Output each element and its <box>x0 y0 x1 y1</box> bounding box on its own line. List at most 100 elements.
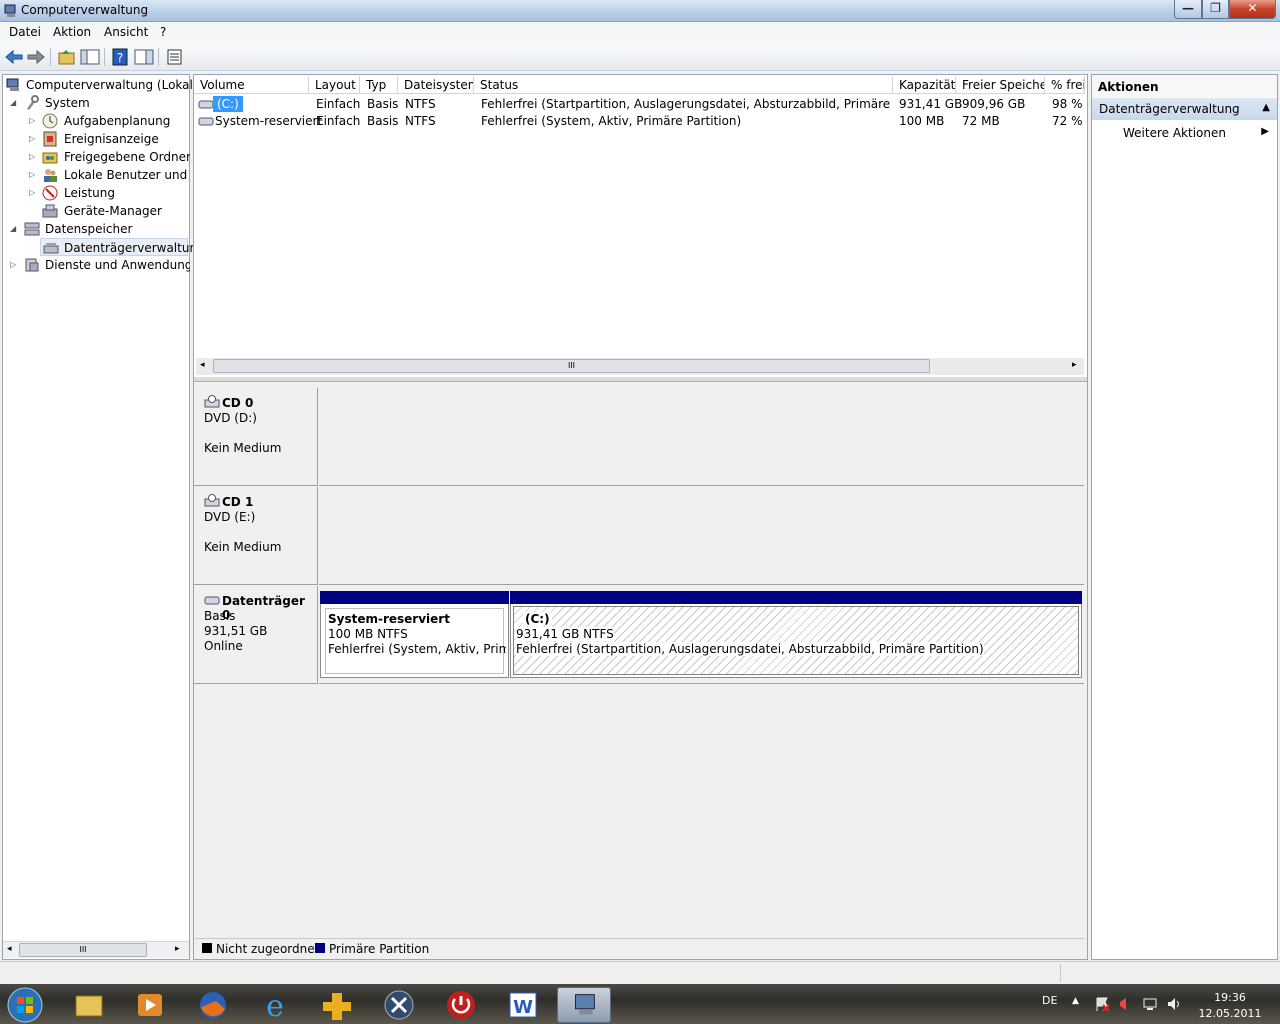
tree-item-system[interactable]: ◢ System <box>10 94 190 112</box>
collapse-up-icon[interactable]: ▲ <box>1262 102 1270 113</box>
collapse-arrow-icon[interactable]: ◢ <box>10 220 20 238</box>
language-indicator[interactable]: DE <box>1042 994 1057 1007</box>
show-hide-tree-icon[interactable] <box>80 48 100 66</box>
legend-swatch-unallocated <box>202 943 212 953</box>
scroll-left-arrow-icon[interactable]: ◂ <box>200 360 205 370</box>
legend-swatch-primary <box>315 943 325 953</box>
column-header-status[interactable]: Status <box>474 76 893 94</box>
tree-scroll-thumb[interactable]: III <box>19 943 147 957</box>
tree-item-aufgabenplanung[interactable]: ▷ Aufgabenplanung <box>29 112 190 130</box>
close-button[interactable]: ✕ <box>1229 0 1276 19</box>
drive-icon <box>198 100 214 109</box>
volume-list-scroll-thumb[interactable]: III <box>213 359 930 373</box>
legend-label-primary: Primäre Partition <box>329 942 430 956</box>
column-header-layout[interactable]: Layout <box>309 76 360 94</box>
tree-item-freigegebene-ordner[interactable]: ▷ Freigegebene Ordner <box>29 148 190 166</box>
drive-icon <box>198 117 214 126</box>
column-header-typ[interactable]: Typ <box>360 76 398 94</box>
disk-row-cd0[interactable]: CD 0 DVD (D:) Kein Medium <box>194 388 1084 486</box>
svg-text:W: W <box>513 997 533 1018</box>
event-viewer-icon <box>43 131 57 147</box>
title-bar[interactable]: Computerverwaltung — ❐ ✕ <box>0 0 1280 22</box>
column-header-prozent-frei[interactable]: % frei <box>1045 76 1085 94</box>
disk-info-cd0[interactable]: CD 0 DVD (D:) Kein Medium <box>194 388 318 486</box>
disk-management-icon <box>43 243 59 254</box>
back-arrow-icon[interactable] <box>4 48 24 66</box>
up-folder-icon[interactable] <box>57 48 77 66</box>
tree-horizontal-scrollbar[interactable]: ◂ III ▸ <box>3 941 189 958</box>
start-button-icon[interactable] <box>6 986 44 1024</box>
forward-arrow-icon[interactable] <box>26 48 46 66</box>
column-header-kapazitaet[interactable]: Kapazität <box>893 76 956 94</box>
tree-item-geraete-manager[interactable]: Geräte-Manager <box>42 202 190 220</box>
shared-folders-icon <box>42 152 58 164</box>
action-center-flag-icon[interactable] <box>1094 996 1110 1012</box>
action-weitere-aktionen[interactable]: Weitere Aktionen ▶ <box>1092 124 1277 142</box>
tree-item-computerverwaltung[interactable]: Computerverwaltung (Lokal) <box>6 76 198 94</box>
app-x-icon[interactable] <box>372 987 426 1023</box>
column-header-volume[interactable]: Volume <box>194 76 309 94</box>
disk-info-disk0[interactable]: Datenträger 0 Basis 931,51 GB Online <box>194 586 318 684</box>
minimize-button[interactable]: — <box>1174 0 1202 19</box>
partition-c[interactable]: (C:) 931,41 GB NTFS Fehlerfrei (Startpar… <box>510 591 1082 678</box>
disk-info-cd1[interactable]: CD 1 DVD (E:) Kein Medium <box>194 487 318 585</box>
actions-section-datentraegerverwaltung[interactable]: Datenträgerverwaltung ▲ <box>1092 98 1277 120</box>
volume-list-horizontal-scrollbar[interactable]: ◂ III ▸ <box>196 358 1084 375</box>
partition-system-reserviert[interactable]: System-reserviert 100 MB NTFS Fehlerfrei… <box>320 591 509 678</box>
expand-arrow-icon[interactable]: ▷ <box>29 184 39 202</box>
word-icon[interactable]: W <box>496 987 550 1023</box>
tree-item-lokale-benutzer[interactable]: ▷ Lokale Benutzer und Gruppen <box>29 166 189 184</box>
disk-row-disk0[interactable]: Datenträger 0 Basis 931,51 GB Online Sys… <box>194 586 1084 684</box>
internet-explorer-icon[interactable]: e <box>248 987 302 1023</box>
show-hide-action-pane-icon[interactable] <box>134 48 154 66</box>
firefox-icon[interactable] <box>186 987 240 1023</box>
volume-list[interactable]: Volume Layout Typ Dateisystem Status Kap… <box>194 75 1087 379</box>
scroll-right-arrow-icon[interactable]: ▸ <box>175 944 180 954</box>
column-header-freier-speicher[interactable]: Freier Speicher <box>956 76 1045 94</box>
media-player-icon[interactable] <box>123 987 177 1023</box>
collapse-arrow-icon[interactable]: ◢ <box>10 94 20 112</box>
menu-ansicht[interactable]: Ansicht <box>104 25 148 39</box>
taskbar: e W DE ▲ <box>0 984 1280 1024</box>
scroll-left-arrow-icon[interactable]: ◂ <box>7 944 12 954</box>
disk-row-cd1[interactable]: CD 1 DVD (E:) Kein Medium <box>194 487 1084 585</box>
taskbar-clock[interactable]: 19:36 12.05.2011 <box>1190 990 1270 1022</box>
computer-management-taskbar-icon[interactable] <box>557 987 611 1023</box>
table-row[interactable]: System-reserviert Einfach Basis NTFS Feh… <box>196 113 1085 130</box>
explorer-icon[interactable] <box>62 987 116 1023</box>
power-icon[interactable] <box>434 987 488 1023</box>
legend: Nicht zugeordnet Primäre Partition <box>195 938 1085 958</box>
alert-icon[interactable] <box>1118 996 1132 1012</box>
performance-icon <box>42 185 58 201</box>
volume-icon[interactable] <box>1166 996 1182 1012</box>
disk-empty-cd1 <box>319 487 1084 585</box>
table-row[interactable]: (C:) Einfach Basis NTFS Fehlerfrei (Star… <box>196 96 1085 113</box>
clock-time: 19:36 <box>1214 991 1246 1004</box>
expand-arrow-icon[interactable]: ▷ <box>29 166 39 184</box>
expand-arrow-icon[interactable]: ▷ <box>29 148 39 166</box>
status-bar <box>0 961 1280 983</box>
scroll-right-arrow-icon[interactable]: ▸ <box>1072 360 1077 370</box>
expand-arrow-icon[interactable]: ▷ <box>10 256 20 274</box>
system-tools-icon <box>27 95 39 110</box>
expand-arrow-icon[interactable]: ▷ <box>29 112 39 130</box>
column-header-dateisystem[interactable]: Dateisystem <box>398 76 474 94</box>
tree-item-ereignisanzeige[interactable]: ▷ Ereignisanzeige <box>29 130 190 148</box>
tree-item-dienste[interactable]: ▷ Dienste und Anwendungen <box>10 256 190 274</box>
maximize-button[interactable]: ❐ <box>1202 0 1229 19</box>
menu-help[interactable]: ? <box>160 25 166 39</box>
tree-item-datenspeicher[interactable]: ◢ Datenspeicher <box>10 220 190 238</box>
storage-icon <box>24 222 40 236</box>
playstation-plus-icon[interactable] <box>310 987 364 1023</box>
menu-datei[interactable]: Datei <box>9 25 41 39</box>
tree-item-leistung[interactable]: ▷ Leistung <box>29 184 190 202</box>
menu-aktion[interactable]: Aktion <box>53 25 91 39</box>
properties-icon[interactable] <box>165 48 185 66</box>
network-icon[interactable] <box>1142 996 1158 1012</box>
help-icon[interactable]: ? <box>110 48 130 66</box>
svg-text:e: e <box>266 989 284 1023</box>
expand-arrow-icon[interactable]: ▷ <box>29 130 39 148</box>
menu-bar: Datei Aktion Ansicht ? <box>0 22 1280 43</box>
tree-item-datentraegerverwaltung[interactable]: Datenträgerverwaltung <box>40 238 205 256</box>
show-hidden-icons-icon[interactable]: ▲ <box>1072 996 1079 1006</box>
